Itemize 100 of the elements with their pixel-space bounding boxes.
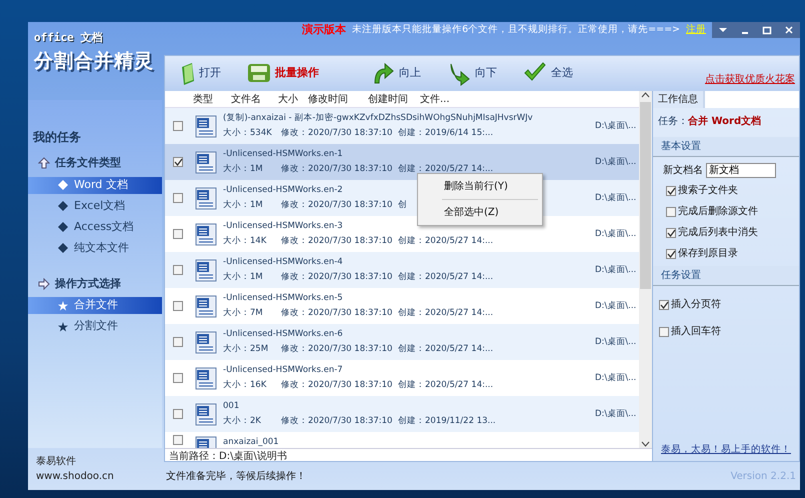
company-text: 泰易软件 www.shodoo.cn: [35, 455, 115, 484]
diamond-icon: [58, 222, 68, 232]
file-path: D:\桌面\...: [595, 372, 636, 384]
promo-link[interactable]: 点击获取优质火花案: [705, 72, 795, 87]
created-time: 创建：2020/5/27 14:...: [398, 379, 494, 392]
file-path: D:\桌面\...: [595, 156, 636, 168]
document-icon: [195, 258, 217, 282]
document-name-field[interactable]: 新文档: [706, 163, 776, 178]
option-checkbox[interactable]: [659, 326, 669, 336]
toolbar-button[interactable]: 向上: [369, 61, 423, 86]
slogan-link[interactable]: 泰易，太易！易上手的软件！: [653, 438, 799, 461]
maximize-icon[interactable]: [760, 24, 774, 36]
option-label: 插入分页符: [671, 298, 721, 312]
sidebar-item[interactable]: Excel文档: [28, 198, 162, 214]
file-name: -Unlicensed-HSMWorks.en-2: [223, 184, 343, 197]
file-size: 大小：14K: [223, 235, 268, 248]
sidebar-item[interactable]: 合并文件: [28, 297, 162, 314]
section-heading: 基本设置: [653, 137, 799, 157]
diamond-icon: [58, 243, 68, 253]
column-header[interactable]: 大小: [278, 92, 308, 106]
file-name: -Unlicensed-HSMWorks.en-4: [223, 256, 343, 269]
row-checkbox[interactable]: [173, 121, 183, 131]
option-checkbox[interactable]: [666, 206, 676, 216]
check-mark-icon: [174, 158, 182, 166]
sidebar-item[interactable]: 纯文本文件: [28, 240, 162, 256]
created-time: 创建：2019/11/22 13...: [398, 415, 496, 428]
column-header[interactable]: 文件...: [420, 92, 608, 106]
file-row[interactable]: -Unlicensed-HSMWorks.en-5 大小：7M 修改：2020/7/30 18:37:10 创建：2020/5/27 14:... D:\桌面\...: [165, 288, 639, 324]
file-name: -Unlicensed-HSMWorks.en-7: [223, 364, 343, 377]
toolbar-button[interactable]: 打开: [179, 61, 223, 86]
modified-time: 修改：2020/7/30 18:37:10: [281, 271, 394, 284]
file-row[interactable]: -Unlicensed-HSMWorks.en-6 大小：25M 修改：2020/7/30 18:37:10 创建：2020/5/27 14:... D:\桌面\...: [165, 324, 639, 360]
modified-time: 修改：2020/7/30 18:37:10: [281, 163, 394, 176]
document-icon: [195, 186, 217, 210]
scrollbar[interactable]: [639, 91, 652, 448]
version-text: Version 2.2.1: [730, 470, 796, 484]
diamond-icon: [58, 201, 68, 211]
row-checkbox[interactable]: [173, 193, 183, 203]
menu-item[interactable]: 删除当前行(Y): [418, 177, 542, 196]
file-name: -Unlicensed-HSMWorks.en-5: [223, 292, 343, 305]
star-icon: [58, 300, 68, 310]
document-icon: [195, 366, 217, 390]
scroll-up-icon[interactable]: [641, 91, 650, 100]
option-label: 保存到原目录: [678, 247, 738, 261]
option-checkbox[interactable]: [666, 186, 676, 196]
file-row[interactable]: 001 大小：2K 修改：2020/7/30 18:37:10 创建：2019/11/22 13... D:\桌面\...: [165, 396, 639, 432]
row-checkbox[interactable]: [173, 265, 183, 275]
file-size: 大小：2K: [223, 415, 262, 428]
sidebar-item[interactable]: 分割文件: [28, 318, 162, 335]
file-size: 大小：16K: [223, 379, 268, 392]
current-path-text: 当前路径：D:\桌面\说明书: [165, 448, 652, 461]
row-checkbox[interactable]: [173, 337, 183, 347]
file-size: 大小：25M: [223, 343, 270, 356]
scroll-down-icon[interactable]: [641, 439, 650, 448]
toolbar-button[interactable]: 全选: [521, 61, 575, 86]
option-checkbox[interactable]: [659, 300, 669, 310]
check-mark-icon: [666, 228, 676, 236]
document-icon: [195, 330, 217, 354]
file-size: 大小：7M: [223, 307, 264, 320]
modified-time: 修改：2020/7/30 18:37:10: [281, 199, 394, 212]
file-row[interactable]: (复制)-anxaizai - 副本-加密-gwxKZvfxDZhsSDsihWOhgSNuhjMIsaJHvsrWJv 大小：534K 修改：2020/7/30 18:37:10 创建：2019/6/14 15:... D:\桌面\...: [165, 108, 639, 144]
document-icon: [195, 402, 217, 426]
option-checkbox[interactable]: [666, 248, 676, 258]
row-checkbox[interactable]: [173, 409, 183, 419]
row-checkbox[interactable]: [173, 157, 183, 167]
check-mark-icon: [666, 250, 676, 258]
document-icon: [195, 114, 217, 138]
right-arrow-icon: [38, 278, 50, 290]
modified-time: 修改：2020/7/30 18:37:10: [281, 127, 394, 140]
row-checkbox[interactable]: [173, 435, 183, 445]
file-path: D:\桌面\...: [595, 336, 636, 348]
notice-text: 未注册版本只能批量操作6个文件，且不规则排行。正常使用，请先===>: [352, 22, 680, 37]
column-header[interactable]: 文件名: [231, 92, 278, 106]
toolbar-button[interactable]: 批量操作: [245, 61, 321, 86]
status-text: 文件准备完毕，等候后续操作！: [166, 470, 306, 484]
row-checkbox[interactable]: [173, 301, 183, 311]
file-row[interactable]: -Unlicensed-HSMWorks.en-4 大小：1M 修改：2020/7/30 18:37:10 创建：2020/5/27 14:... D:\桌面\...: [165, 252, 639, 288]
document-icon: [195, 294, 217, 318]
task-value: 合并 Word文档: [688, 116, 762, 127]
book-icon: [181, 61, 195, 86]
option-checkbox[interactable]: [666, 228, 676, 238]
column-header[interactable]: 类型: [193, 92, 231, 106]
toolbar-button[interactable]: 向下: [445, 61, 499, 86]
document-icon: [195, 150, 217, 174]
created-time: 创建：2020/5/27 14:...: [398, 235, 494, 248]
file-name: -Unlicensed-HSMWorks.en-3: [223, 220, 343, 233]
sidebar-item[interactable]: Access文档: [28, 218, 162, 236]
file-row[interactable]: anxaizai_001: [165, 432, 639, 448]
file-row[interactable]: -Unlicensed-HSMWorks.en-1 大小：1M 修改：2020/7/30 18:37:10 创建：2020/5/27 14:... D:\桌面\...: [165, 144, 639, 180]
file-row[interactable]: -Unlicensed-HSMWorks.en-7 大小：16K 修改：2020/7/30 18:37:10 创建：2020/5/27 14:... D:\桌面\...: [165, 360, 639, 396]
row-checkbox[interactable]: [173, 229, 183, 239]
file-size: 大小：1M: [223, 271, 264, 284]
column-header[interactable]: 修改时间: [308, 92, 368, 106]
group-heading: 操作方式选择: [55, 276, 121, 292]
row-checkbox[interactable]: [173, 373, 183, 383]
option-label: 完成后列表中消失: [678, 226, 758, 240]
file-size: 大小：1M: [223, 199, 264, 212]
panel-tab[interactable]: 工作信息: [653, 91, 705, 108]
sidebar-item[interactable]: Word 文档: [28, 176, 162, 194]
column-header[interactable]: 创建时间: [368, 92, 420, 106]
